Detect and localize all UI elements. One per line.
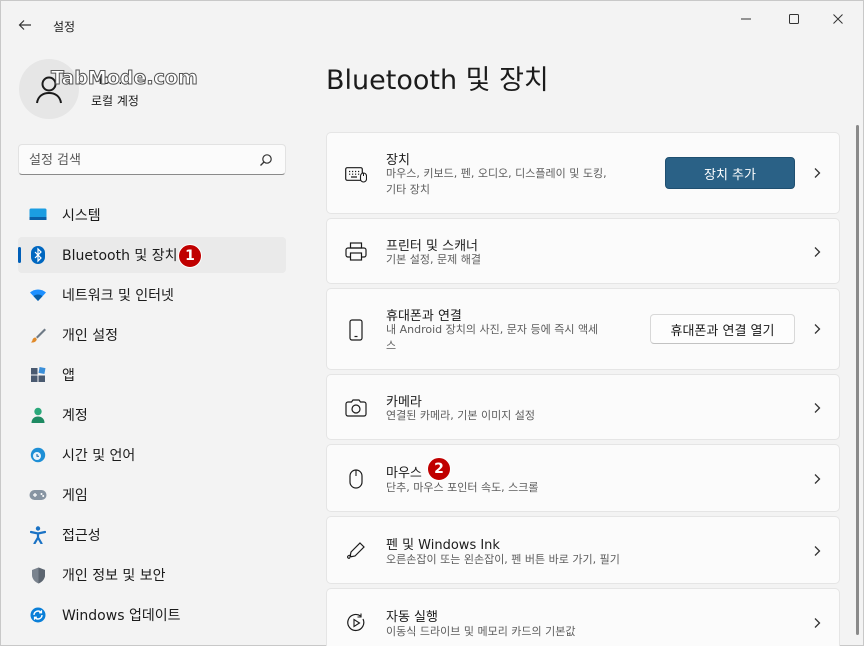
- sidebar-item-label: Windows 업데이트: [62, 608, 181, 624]
- page-title: Bluetooth 및 장치: [326, 65, 549, 96]
- sidebar-item-label: 개인 설정: [62, 328, 118, 344]
- shield-icon: [28, 565, 48, 585]
- brush-icon: [28, 325, 48, 345]
- gamepad-icon: [28, 485, 48, 505]
- card-camera[interactable]: 카메라 연결된 카메라, 기본 이미지 설정: [326, 374, 840, 440]
- close-icon: [833, 14, 843, 24]
- sidebar-item-system[interactable]: 시스템: [18, 197, 286, 233]
- camera-icon: [345, 397, 367, 419]
- open-phone-link-button[interactable]: 휴대폰과 연결 열기: [650, 314, 795, 344]
- sidebar-item-network[interactable]: 네트워크 및 인터넷: [18, 277, 286, 313]
- sidebar-item-label: 계정: [62, 408, 88, 424]
- card-subtitle: 내 Android 장치의 사진, 문자 등에 즉시 액세: [386, 323, 599, 336]
- search-input[interactable]: [29, 151, 249, 169]
- sidebar-item-label: 시간 및 언어: [62, 448, 136, 464]
- sidebar-item-privacy[interactable]: 개인 정보 및 보안: [18, 557, 286, 593]
- card-subtitle: 마우스, 키보드, 펜, 오디오, 디스플레이 및 도킹,: [386, 167, 607, 180]
- chevron-right-icon: [814, 618, 821, 628]
- card-subtitle: 단추, 마우스 포인터 속도, 스크롤: [386, 481, 539, 494]
- card-phone-link[interactable]: 휴대폰과 연결 내 Android 장치의 사진, 문자 등에 즉시 액세 스 …: [326, 288, 840, 370]
- sidebar-item-apps[interactable]: 앱: [18, 357, 286, 393]
- card-subtitle: 기본 설정, 문제 해결: [386, 253, 481, 266]
- chevron-right-icon: [814, 247, 821, 257]
- card-title: 마우스: [386, 466, 422, 481]
- clock-globe-icon: [28, 445, 48, 465]
- sidebar-item-label: 시스템: [62, 208, 101, 224]
- card-mouse[interactable]: 마우스 단추, 마우스 포인터 속도, 스크롤: [326, 444, 840, 512]
- watermark: TabMode.com: [51, 67, 199, 90]
- sidebar-item-gaming[interactable]: 게임: [18, 477, 286, 513]
- card-subtitle-2: 스: [386, 339, 397, 352]
- settings-window: 설정 Mo... TabMode.com 로컬 계정 시스템 Bluetooth…: [0, 0, 864, 646]
- keyboard-icon: [345, 163, 367, 185]
- sidebar-item-label: Bluetooth 및 장치: [62, 248, 178, 264]
- phone-icon: [345, 319, 367, 341]
- card-subtitle-2: 기타 장치: [386, 183, 430, 196]
- card-pen-windows-ink[interactable]: 펜 및 Windows Ink 오른손잡이 또는 왼손잡이, 펜 버튼 바로 가…: [326, 516, 840, 584]
- chevron-right-icon: [814, 324, 821, 334]
- card-subtitle: 이동식 드라이브 및 메모리 카드의 기본값: [386, 625, 576, 638]
- sidebar-item-label: 네트워크 및 인터넷: [62, 288, 174, 304]
- autoplay-icon: [345, 612, 367, 634]
- card-devices[interactable]: 장치 마우스, 키보드, 펜, 오디오, 디스플레이 및 도킹, 기타 장치 장…: [326, 132, 840, 214]
- minimize-icon: [741, 18, 751, 20]
- search-icon[interactable]: [259, 153, 273, 167]
- maximize-button[interactable]: [771, 7, 817, 31]
- sidebar-item-label: 앱: [62, 368, 75, 384]
- search-box[interactable]: [18, 144, 286, 175]
- accessibility-icon: [28, 525, 48, 545]
- system-display-icon: [28, 205, 48, 225]
- sidebar-nav: 시스템 Bluetooth 및 장치 네트워크 및 인터넷 개인 설정 앱 계정…: [18, 197, 286, 637]
- add-device-button[interactable]: 장치 추가: [665, 157, 795, 189]
- chevron-right-icon: [814, 546, 821, 556]
- update-icon: [28, 605, 48, 625]
- sidebar-item-personalization[interactable]: 개인 설정: [18, 317, 286, 353]
- apps-icon: [28, 365, 48, 385]
- card-title: 자동 실행: [386, 610, 438, 625]
- sidebar-item-accessibility[interactable]: 접근성: [18, 517, 286, 553]
- wifi-icon: [28, 285, 48, 305]
- maximize-icon: [789, 14, 799, 24]
- sidebar-item-bluetooth[interactable]: Bluetooth 및 장치: [18, 237, 286, 273]
- chevron-right-icon: [814, 474, 821, 484]
- annotation-badge-1: 1: [178, 244, 202, 268]
- account-type: 로컬 계정: [91, 94, 139, 108]
- sidebar-item-accounts[interactable]: 계정: [18, 397, 286, 433]
- scrollbar[interactable]: [856, 125, 859, 635]
- back-arrow-icon: [18, 20, 31, 30]
- printer-icon: [345, 241, 367, 263]
- chevron-right-icon: [814, 403, 821, 413]
- card-title: 펜 및 Windows Ink: [386, 538, 500, 553]
- sidebar-item-label: 접근성: [62, 528, 101, 544]
- minimize-button[interactable]: [723, 7, 769, 31]
- sidebar-item-label: 개인 정보 및 보안: [62, 568, 166, 584]
- bluetooth-icon: [28, 245, 48, 265]
- card-subtitle: 연결된 카메라, 기본 이미지 설정: [386, 409, 536, 422]
- chevron-right-icon: [814, 168, 821, 178]
- sidebar-item-time-language[interactable]: 시간 및 언어: [18, 437, 286, 473]
- annotation-badge-2: 2: [427, 457, 451, 481]
- card-subtitle: 오른손잡이 또는 왼손잡이, 펜 버튼 바로 가기, 필기: [386, 553, 620, 566]
- close-button[interactable]: [815, 7, 861, 31]
- title-bar: 설정: [1, 1, 863, 45]
- sidebar-item-windows-update[interactable]: Windows 업데이트: [18, 597, 286, 633]
- card-printers[interactable]: 프린터 및 스캐너 기본 설정, 문제 해결: [326, 218, 840, 284]
- account-icon: [28, 405, 48, 425]
- pen-icon: [345, 540, 367, 562]
- app-title: 설정: [53, 20, 76, 34]
- card-autoplay[interactable]: 자동 실행 이동식 드라이브 및 메모리 카드의 기본값: [326, 588, 840, 646]
- sidebar-item-label: 게임: [62, 488, 88, 504]
- mouse-icon: [345, 468, 367, 490]
- back-button[interactable]: [13, 13, 37, 37]
